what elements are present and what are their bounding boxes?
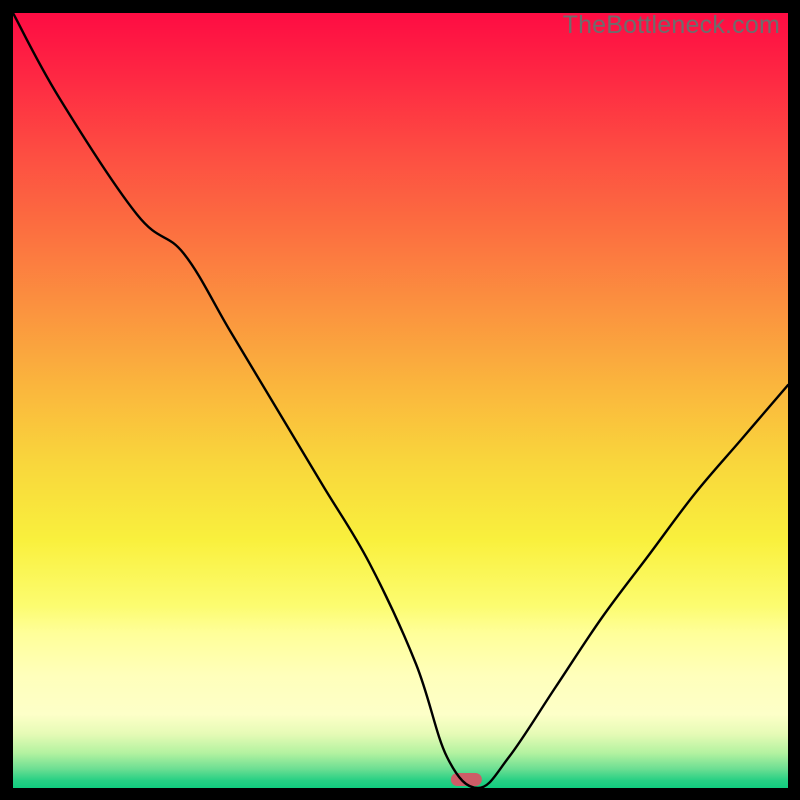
watermark-text: TheBottleneck.com [563, 11, 780, 40]
chart-frame: TheBottleneck.com [13, 13, 788, 788]
gradient-background [13, 13, 788, 788]
bottleneck-chart [13, 13, 788, 788]
